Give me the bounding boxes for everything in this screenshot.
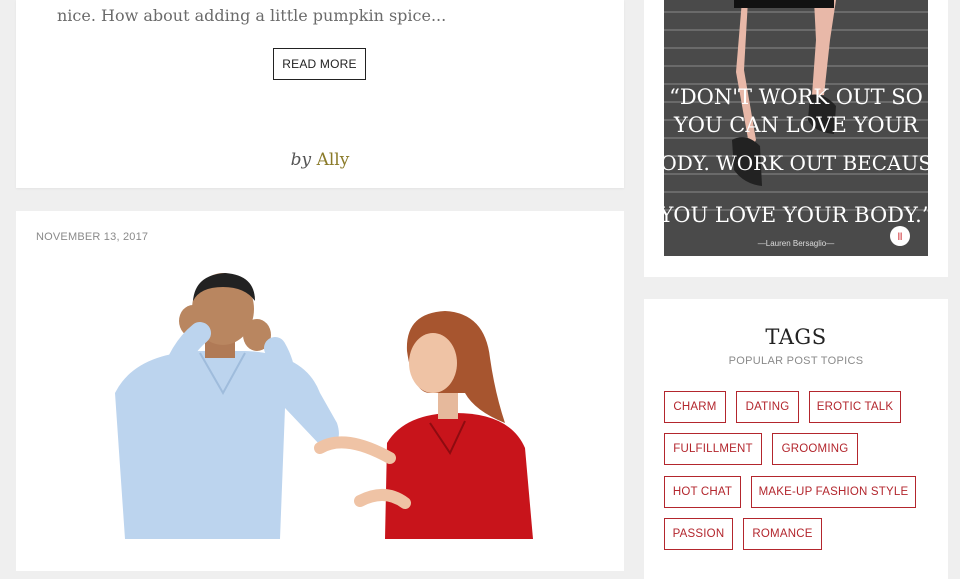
author-link[interactable]: Ally — [317, 150, 350, 170]
tags-title: TAGS — [765, 325, 827, 349]
quote-line-1: “DON'T WORK OUT SO — [669, 85, 923, 109]
quote-line-2: YOU CAN LOVE YOUR — [673, 113, 919, 137]
tags-subtitle: POPULAR POST TOPICS — [728, 355, 864, 367]
quote-line-3: BODY. WORK OUT BECAUSE — [664, 151, 928, 175]
tag-hot-chat[interactable]: HOT CHAT — [664, 476, 741, 508]
quote-line-4: YOU LOVE YOUR BODY.” — [664, 203, 928, 227]
post-date: NOVEMBER 13, 2017 — [36, 231, 149, 243]
sidebar-image-widget: “DON'T WORK OUT SO YOU CAN LOVE YOUR BOD… — [644, 0, 948, 277]
post-excerpt: nice. How about adding a little pumpkin … — [57, 6, 447, 25]
post-card: NOVEMBER 13, 2017 — [16, 211, 624, 571]
tag-romance[interactable]: ROMANCE — [743, 518, 822, 550]
tag-passion[interactable]: PASSION — [664, 518, 733, 550]
quote-attribution: —Lauren Bersaglio— — [758, 239, 834, 248]
quote-logo: ll — [898, 232, 902, 243]
tag-makeup-fashion-style[interactable]: MAKE-UP FASHION STYLE — [751, 476, 916, 508]
tag-dating[interactable]: DATING — [736, 391, 799, 423]
tag-fulfillment[interactable]: FULFILLMENT — [664, 433, 762, 465]
byline-prefix: by — [290, 150, 312, 170]
tag-charm[interactable]: CHARM — [664, 391, 726, 423]
tag-grooming[interactable]: GROOMING — [772, 433, 858, 465]
post-featured-image[interactable] — [105, 273, 535, 539]
read-more-button[interactable]: READ MORE — [273, 48, 366, 80]
tags-widget: TAGS POPULAR POST TOPICS CHARM DATING ER… — [644, 299, 948, 579]
tag-erotic-talk[interactable]: EROTIC TALK — [809, 391, 901, 423]
post-byline: by Ally — [16, 150, 624, 170]
quote-image[interactable]: “DON'T WORK OUT SO YOU CAN LOVE YOUR BOD… — [664, 0, 928, 256]
previous-post-card: nice. How about adding a little pumpkin … — [16, 0, 624, 188]
